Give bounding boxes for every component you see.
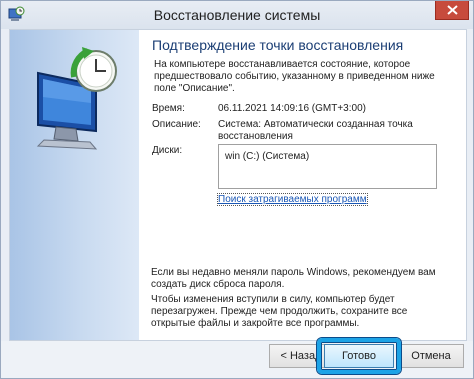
affected-programs-link[interactable]: Поиск затрагиваемых программ xyxy=(217,193,368,206)
close-icon xyxy=(447,5,458,15)
description-value: Система: Автоматически созданная точка в… xyxy=(218,119,413,142)
title-bar[interactable]: Восстановление системы xyxy=(1,1,473,29)
system-restore-window: Восстановление системы Подтверждение точ… xyxy=(0,0,474,379)
time-value: 06.11.2021 14:09:16 (GMT+3:00) xyxy=(218,103,366,114)
list-item[interactable]: win (C:) (Система) xyxy=(225,151,309,162)
disks-list[interactable]: win (C:) (Система) xyxy=(218,144,437,189)
close-button[interactable] xyxy=(435,1,469,20)
page-title: Подтверждение точки восстановления xyxy=(152,37,404,53)
window-title: Восстановление системы xyxy=(153,7,321,23)
computer-restore-icon xyxy=(36,47,117,150)
disks-label: Диски: xyxy=(152,145,183,156)
dialog-body: Подтверждение точки восстановления На ко… xyxy=(9,29,467,341)
finish-button-highlight xyxy=(317,338,401,374)
restart-note: Чтобы изменения вступили в силу, компьют… xyxy=(151,294,408,329)
cancel-button[interactable]: Отмена xyxy=(398,344,464,368)
time-label: Время: xyxy=(152,103,185,114)
description-label: Описание: xyxy=(152,119,201,130)
restore-description: На компьютере восстанавливается состояни… xyxy=(154,59,435,94)
password-note: Если вы недавно меняли пароль Windows, р… xyxy=(151,267,436,290)
side-panel xyxy=(10,30,139,340)
